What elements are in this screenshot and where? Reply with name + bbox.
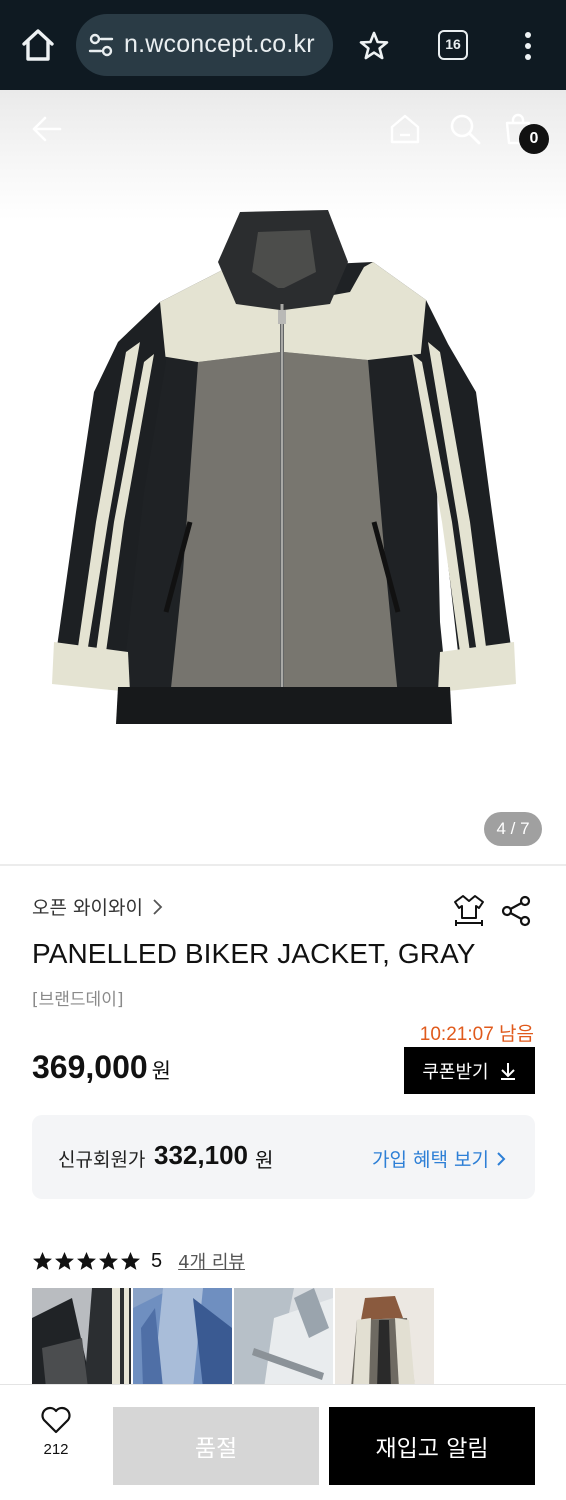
chevron-right-icon bbox=[153, 898, 163, 915]
url-text[interactable]: n.wconcept.co.kr bbox=[124, 30, 315, 59]
image-page-counter: 4 / 7 bbox=[484, 812, 542, 846]
star-icon bbox=[77, 1251, 96, 1270]
more-vert-icon[interactable] bbox=[518, 30, 538, 62]
sold-out-button[interactable]: 품절 bbox=[113, 1407, 319, 1485]
chevron-right-icon bbox=[497, 1151, 506, 1166]
member-price-box: 신규회원가 332,100 원 가입 혜택 보기 bbox=[32, 1115, 535, 1199]
product-title: PANELLED BIKER JACKET, GRAY bbox=[32, 938, 476, 969]
size-guide-icon[interactable] bbox=[452, 892, 486, 928]
home-icon[interactable] bbox=[18, 24, 58, 66]
countdown-timer: 10:21:07 남음 bbox=[419, 1024, 534, 1045]
price-value: 369,000 bbox=[32, 1049, 148, 1085]
browser-toolbar: n.wconcept.co.kr 16 bbox=[0, 0, 566, 90]
site-settings-icon[interactable] bbox=[88, 32, 114, 58]
section-divider bbox=[0, 864, 566, 866]
promo-label: [브랜드데이] bbox=[32, 990, 124, 1010]
price-unit: 원 bbox=[151, 1059, 171, 1083]
bookmark-star-icon[interactable] bbox=[358, 30, 390, 62]
home-icon[interactable] bbox=[388, 112, 422, 146]
review-photo[interactable] bbox=[335, 1288, 434, 1388]
rating-summary: 5 4개 리뷰 bbox=[32, 1247, 245, 1275]
review-photo[interactable] bbox=[133, 1288, 232, 1388]
star-icon bbox=[33, 1251, 52, 1270]
signup-benefit-label[interactable]: 가입 혜택 보기 bbox=[372, 1145, 489, 1172]
star-icon bbox=[55, 1251, 74, 1270]
review-photo-strip bbox=[32, 1288, 434, 1388]
member-price-label: 신규회원가 bbox=[58, 1149, 146, 1171]
cart-count-badge[interactable]: 0 bbox=[519, 124, 549, 154]
brand-name[interactable]: 오픈 와이와이 bbox=[32, 893, 143, 920]
member-price-value: 332,100 bbox=[154, 1140, 248, 1170]
download-icon bbox=[500, 1062, 515, 1080]
tab-switcher-button[interactable]: 16 bbox=[438, 30, 468, 60]
share-icon[interactable] bbox=[500, 894, 532, 928]
member-price-unit: 원 bbox=[255, 1148, 274, 1172]
brand-link[interactable]: 오픈 와이와이 bbox=[32, 893, 163, 920]
signup-benefit-link[interactable]: 가입 혜택 보기 bbox=[372, 1145, 507, 1172]
review-photo[interactable] bbox=[234, 1288, 333, 1388]
wishlist-count: 212 bbox=[43, 1441, 69, 1458]
star-icon bbox=[121, 1251, 140, 1270]
review-count-link[interactable]: 4개 리뷰 bbox=[178, 1248, 245, 1274]
rating-value: 5 bbox=[151, 1249, 163, 1272]
star-icon bbox=[99, 1251, 118, 1270]
product-price: 369,000 원 bbox=[32, 1049, 171, 1086]
star-rating bbox=[32, 1251, 141, 1272]
get-coupon-button[interactable]: 쿠폰받기 bbox=[404, 1047, 535, 1094]
product-photo bbox=[52, 210, 516, 724]
back-arrow-icon[interactable] bbox=[30, 112, 64, 146]
heart-icon[interactable] bbox=[40, 1405, 72, 1435]
search-icon[interactable] bbox=[448, 112, 482, 146]
review-photo[interactable] bbox=[32, 1288, 131, 1388]
wishlist-button[interactable]: 212 bbox=[30, 1405, 82, 1475]
bottom-action-bar: 212 품절 재입고 알림 bbox=[0, 1384, 566, 1500]
address-bar[interactable]: n.wconcept.co.kr bbox=[76, 14, 333, 76]
coupon-button-label: 쿠폰받기 bbox=[422, 1061, 489, 1083]
product-image-gallery[interactable]: 0 4 / 7 bbox=[0, 90, 566, 866]
restock-alert-button[interactable]: 재입고 알림 bbox=[329, 1407, 535, 1485]
